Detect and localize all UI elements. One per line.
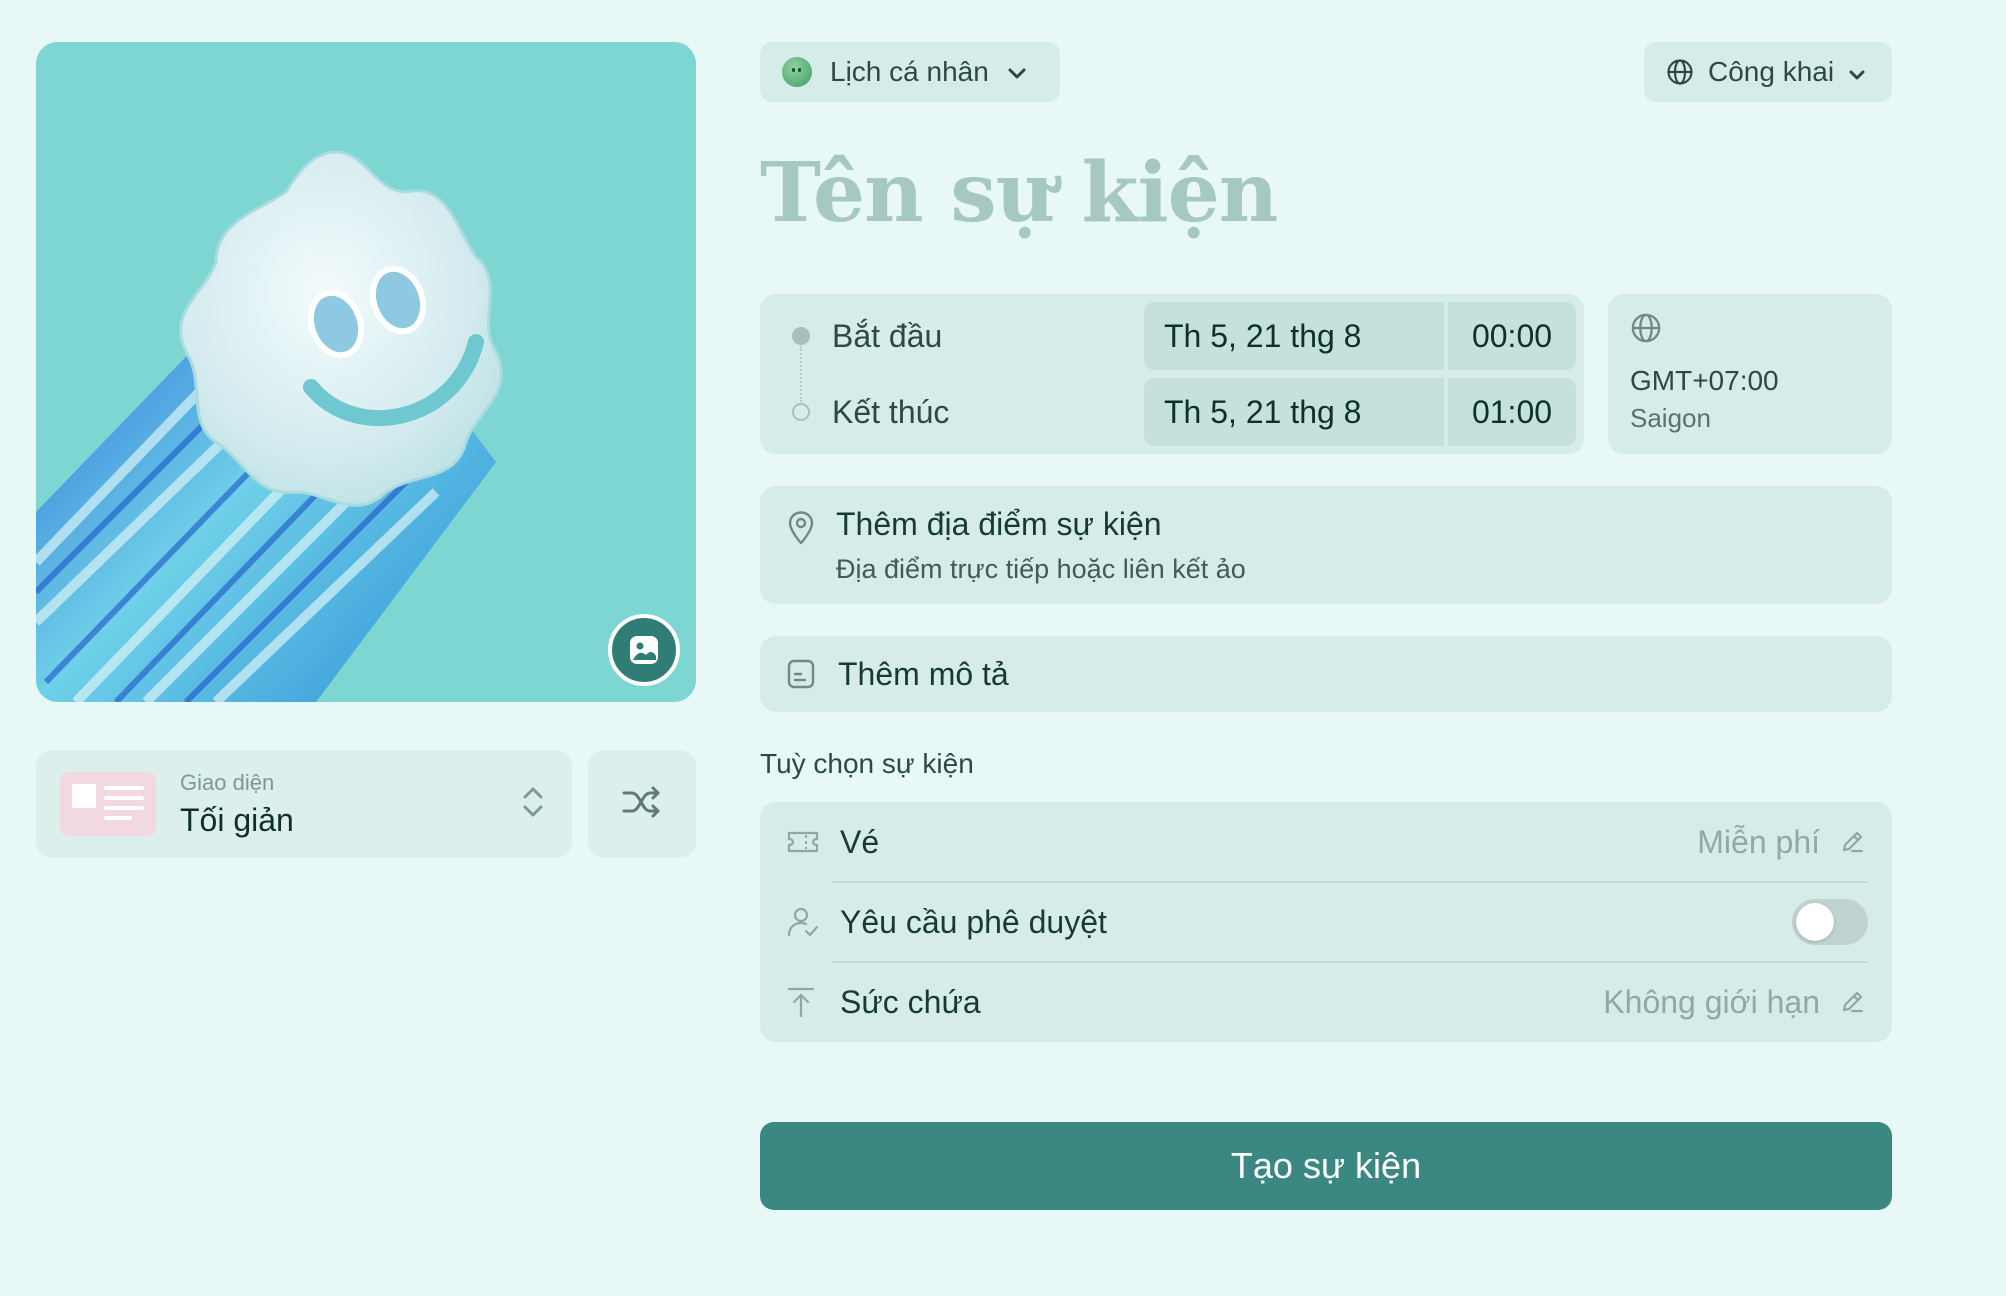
user-check-icon	[786, 905, 820, 939]
theme-label: Giao diện	[180, 769, 275, 795]
ticket-icon	[786, 828, 820, 856]
event-options-heading: Tuỳ chọn sự kiện	[760, 748, 974, 779]
capacity-icon	[786, 985, 816, 1019]
toggle-knob	[1796, 903, 1834, 941]
option-row-capacity[interactable]: Sức chứa Không giới hạn	[760, 962, 1892, 1042]
up-down-chevron-icon	[518, 782, 548, 827]
chevron-down-icon	[1848, 56, 1866, 88]
capacity-value: Không giới hạn	[1603, 983, 1820, 1020]
start-time-field[interactable]: 00:00	[1448, 302, 1576, 370]
theme-selector[interactable]: Giao diện Tối giản	[36, 750, 572, 858]
change-cover-button[interactable]	[608, 614, 680, 686]
end-time-field[interactable]: 01:00	[1448, 378, 1576, 446]
globe-icon	[1666, 58, 1694, 86]
datetime-card: Bắt đầu Th 5, 21 thg 8 00:00 Kết thúc Th…	[760, 294, 1584, 454]
location-title: Thêm địa điểm sự kiện	[836, 506, 1162, 542]
require-approval-toggle[interactable]	[1792, 899, 1868, 945]
end-dot-icon	[792, 403, 810, 421]
edit-icon[interactable]	[1838, 988, 1866, 1016]
option-label: Sức chứa	[840, 983, 981, 1020]
option-row-approval: Yêu cầu phê duyệt	[760, 882, 1892, 962]
visibility-label: Công khai	[1708, 56, 1835, 87]
create-event-button[interactable]: Tạo sự kiện	[760, 1122, 1892, 1210]
image-icon	[628, 634, 660, 666]
add-description-button[interactable]: Thêm mô tả	[760, 636, 1892, 712]
end-date-field[interactable]: Th 5, 21 thg 8	[1144, 378, 1444, 446]
event-cover-image	[36, 42, 696, 702]
location-subtitle: Địa điểm trực tiếp hoặc liên kết ảo	[836, 554, 1246, 584]
start-label: Bắt đầu	[832, 317, 943, 354]
timezone-selector[interactable]: GMT+07:00 Saigon	[1608, 294, 1892, 454]
ticket-price-value: Miễn phí	[1697, 823, 1820, 860]
end-label: Kết thúc	[832, 393, 950, 430]
theme-thumbnail	[60, 772, 156, 836]
start-row: Bắt đầu Th 5, 21 thg 8 00:00	[760, 302, 1584, 370]
event-options-card: Vé Miễn phí Yêu cầu phê duyệt Sức chứa K…	[760, 802, 1892, 1042]
edit-icon[interactable]	[1838, 828, 1866, 856]
chevron-down-icon	[1007, 56, 1027, 88]
globe-icon	[1630, 312, 1870, 349]
event-title-input[interactable]: Tên sự kiện	[760, 145, 1278, 241]
note-icon	[786, 658, 816, 690]
shuffle-icon	[622, 785, 662, 824]
option-label: Vé	[840, 823, 880, 860]
start-dot-icon	[792, 327, 810, 345]
map-pin-icon	[786, 510, 816, 551]
calendar-selector[interactable]: Lịch cá nhân	[760, 42, 1060, 102]
timezone-offset: GMT+07:00	[1630, 365, 1779, 396]
option-label: Yêu cầu phê duyệt	[840, 903, 1107, 940]
visibility-selector[interactable]: Công khai	[1644, 42, 1892, 102]
calendar-label: Lịch cá nhân	[830, 56, 989, 87]
calendar-avatar-icon	[782, 57, 812, 87]
create-event-page: Giao diện Tối giản Lịch cá nhân Công kha…	[0, 0, 2006, 1296]
description-title: Thêm mô tả	[838, 655, 1009, 692]
add-location-button[interactable]: Thêm địa điểm sự kiện Địa điểm trực tiếp…	[760, 486, 1892, 604]
option-row-tickets[interactable]: Vé Miễn phí	[760, 802, 1892, 882]
timezone-city: Saigon	[1630, 403, 1711, 433]
end-row: Kết thúc Th 5, 21 thg 8 01:00	[760, 378, 1584, 446]
shuffle-theme-button[interactable]	[588, 750, 696, 858]
start-date-field[interactable]: Th 5, 21 thg 8	[1144, 302, 1444, 370]
theme-value: Tối giản	[180, 801, 294, 838]
